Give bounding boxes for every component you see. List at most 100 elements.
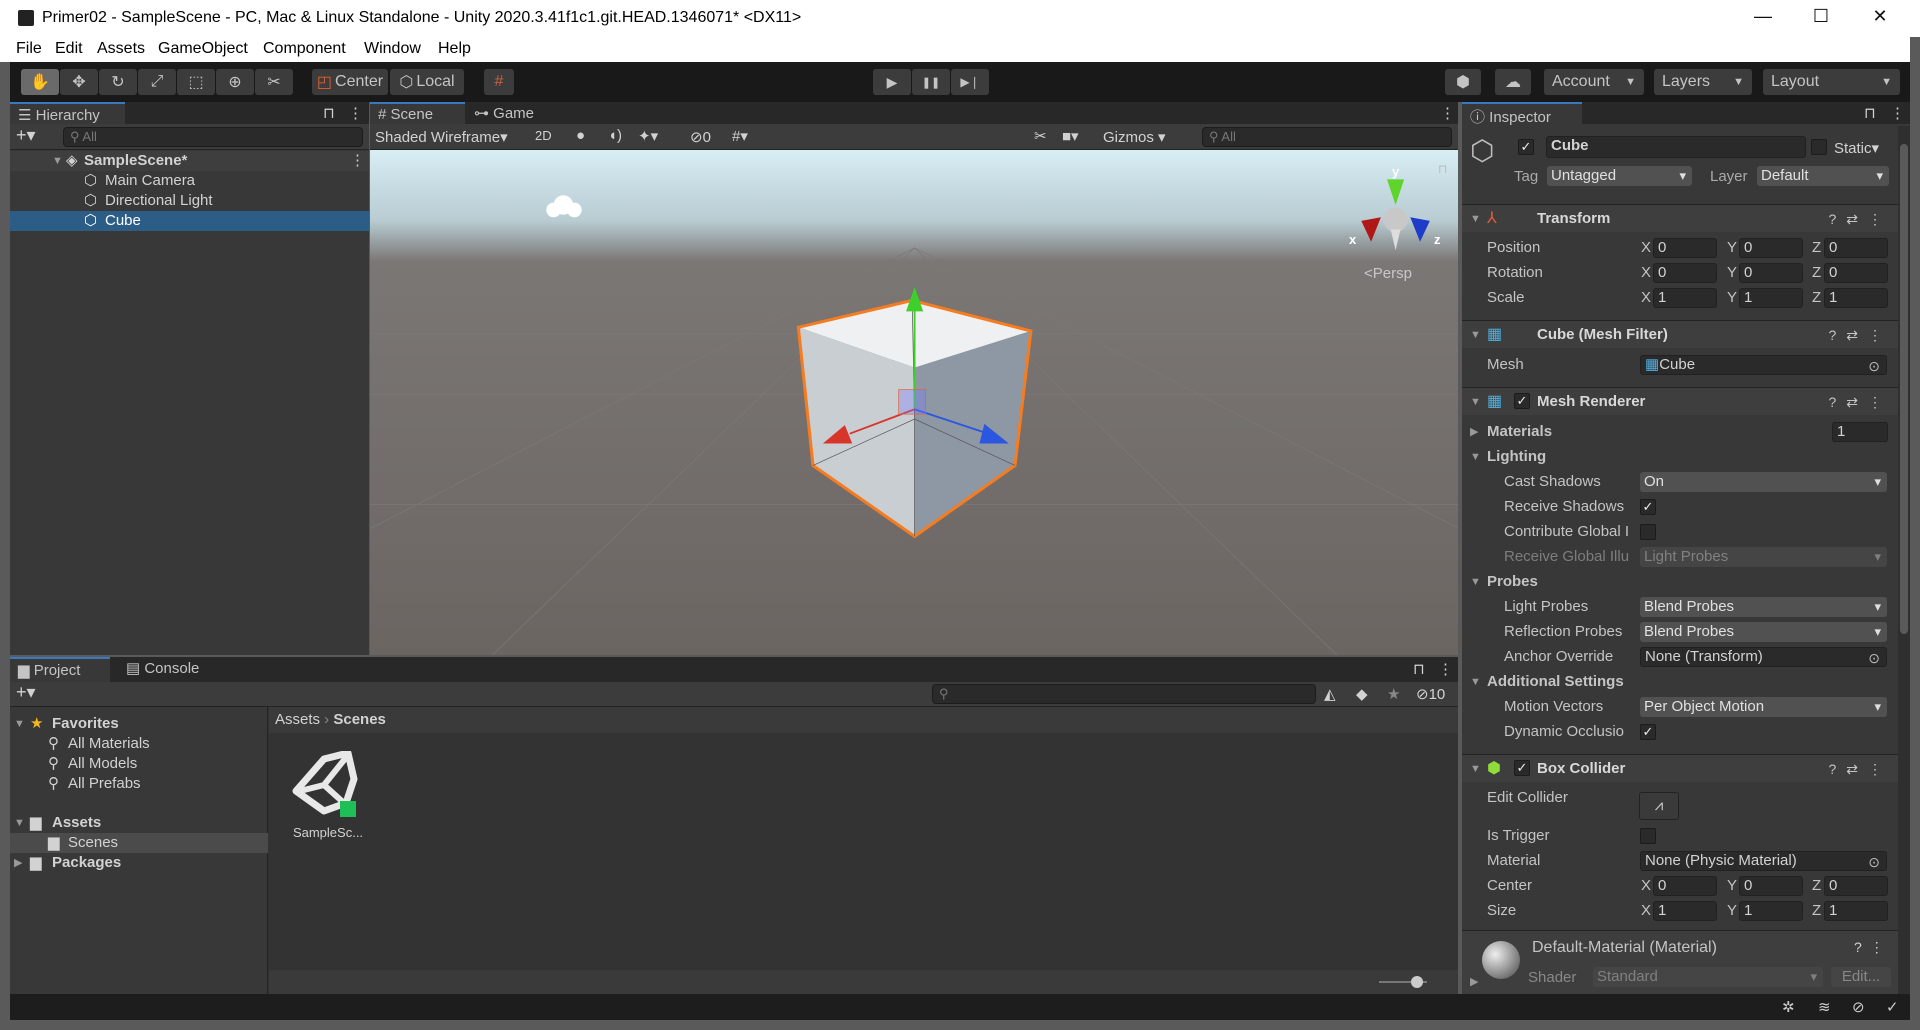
- menu-help[interactable]: Help: [438, 40, 471, 58]
- position-y-input[interactable]: 0: [1739, 238, 1803, 258]
- lighting-foldout[interactable]: ▼ Lighting: [1462, 445, 1910, 469]
- scale-y-input[interactable]: 1: [1739, 288, 1803, 308]
- play-button[interactable]: ▶: [873, 69, 911, 95]
- gizmos-dropdown[interactable]: Gizmos ▾: [1103, 128, 1166, 146]
- component-actions[interactable]: ?⇄⋮: [1828, 755, 1892, 783]
- hand-tool-button[interactable]: ✋: [21, 69, 59, 95]
- close-button[interactable]: ✕: [1865, 6, 1895, 27]
- menu-assets[interactable]: Assets: [97, 40, 145, 58]
- collapse-arrow-icon[interactable]: ▼: [1470, 755, 1481, 783]
- mesh-object-field[interactable]: ▦Cube ⊙: [1640, 355, 1887, 375]
- grid-snap-button[interactable]: #: [484, 69, 514, 95]
- status-check-icon[interactable]: ✓: [1886, 998, 1899, 1016]
- scale-tool-button[interactable]: ⤢: [138, 69, 176, 95]
- breadcrumb-assets[interactable]: Assets: [275, 711, 320, 728]
- center-y-input[interactable]: 0: [1739, 876, 1803, 896]
- menu-component[interactable]: Component: [263, 40, 346, 58]
- effects-toggle-icon[interactable]: ✦▾: [638, 127, 658, 145]
- 2d-toggle[interactable]: 2D: [535, 128, 552, 143]
- gizmo-lock-icon[interactable]: ⊓: [1438, 162, 1447, 176]
- expand-arrow-icon[interactable]: ▶: [1470, 420, 1478, 444]
- maximize-button[interactable]: ☐: [1806, 6, 1836, 27]
- edit-collider-button[interactable]: ⩘: [1639, 792, 1679, 820]
- additional-settings-foldout[interactable]: ▼ Additional Settings: [1462, 670, 1910, 694]
- mesh-renderer-header[interactable]: ▼ ▦ ✓ Mesh Renderer ?⇄⋮: [1462, 387, 1898, 415]
- box-collider-header[interactable]: ▼ ⬢ ✓ Box Collider ?⇄⋮: [1462, 754, 1898, 782]
- breadcrumb-scenes[interactable]: Scenes: [333, 711, 386, 728]
- more-menu-icon[interactable]: ⋮: [1890, 104, 1905, 122]
- debug-mode-icon[interactable]: ⊘: [1852, 998, 1865, 1016]
- account-dropdown[interactable]: Account ▼: [1544, 69, 1644, 95]
- more-menu-icon[interactable]: ⋮: [350, 151, 365, 171]
- tree-favorite-item[interactable]: ⚲ All Models: [10, 754, 268, 774]
- mesh-filter-header[interactable]: ▼ ▦ Cube (Mesh Filter) ?⇄⋮: [1462, 320, 1898, 348]
- gizmo-z-cone[interactable]: [1410, 217, 1430, 242]
- lock-icon[interactable]: ⊓: [1413, 660, 1425, 678]
- slider-thumb[interactable]: [1411, 976, 1423, 988]
- motion-vectors-dropdown[interactable]: Per Object Motion: [1640, 697, 1887, 717]
- physic-material-field[interactable]: None (Physic Material) ⊙: [1640, 851, 1887, 871]
- tree-scenes[interactable]: ▆ Scenes: [10, 833, 268, 853]
- more-menu-icon[interactable]: ⋮: [348, 104, 363, 122]
- scale-z-input[interactable]: 1: [1824, 288, 1888, 308]
- position-z-input[interactable]: 0: [1824, 238, 1888, 258]
- tab-game[interactable]: ⊶ Game: [466, 102, 556, 124]
- component-actions[interactable]: ?⋮: [1854, 939, 1892, 956]
- grid-toggle-icon[interactable]: #▾: [732, 127, 748, 145]
- more-menu-icon[interactable]: ⋮: [1440, 104, 1455, 122]
- anchor-override-field[interactable]: None (Transform) ⊙: [1640, 647, 1887, 667]
- hierarchy-item[interactable]: ⬡ Main Camera: [10, 171, 369, 191]
- mesh-renderer-enabled-checkbox[interactable]: ✓: [1514, 393, 1530, 409]
- component-actions[interactable]: ?⇄⋮: [1828, 205, 1892, 233]
- minimize-button[interactable]: —: [1748, 6, 1778, 27]
- rect-tool-button[interactable]: ⬚: [177, 69, 215, 95]
- reflection-probes-dropdown[interactable]: Blend Probes: [1640, 622, 1887, 642]
- rotation-z-input[interactable]: 0: [1824, 263, 1888, 283]
- shader-dropdown[interactable]: Standard: [1593, 967, 1823, 987]
- center-z-input[interactable]: 0: [1824, 876, 1888, 896]
- collapse-arrow-icon[interactable]: ▼: [1470, 321, 1481, 349]
- dynamic-occlusion-checkbox[interactable]: ✓: [1640, 724, 1656, 740]
- search-by-type-icon[interactable]: ◭: [1324, 685, 1336, 703]
- expand-arrow-icon[interactable]: ▼: [14, 813, 25, 833]
- tree-packages[interactable]: ▶ ▆ Packages: [10, 853, 268, 873]
- draw-mode-dropdown[interactable]: Shaded Wireframe▾: [375, 128, 508, 146]
- size-y-input[interactable]: 1: [1739, 901, 1803, 921]
- scene-row[interactable]: ▼ ◈ SampleScene* ⋮: [10, 151, 369, 171]
- size-z-input[interactable]: 1: [1824, 901, 1888, 921]
- gameobject-cube-icon[interactable]: ⬡: [1470, 134, 1494, 167]
- tree-favorite-item[interactable]: ⚲ All Prefabs: [10, 774, 268, 794]
- tree-favorite-item[interactable]: ⚲ All Materials: [10, 734, 268, 754]
- is-trigger-checkbox[interactable]: [1640, 828, 1656, 844]
- tab-hierarchy[interactable]: ☰ Hierarchy: [10, 102, 125, 124]
- scene-viewport[interactable]: y x z ⊓ <Persp: [370, 150, 1458, 655]
- cast-shadows-dropdown[interactable]: On: [1640, 472, 1887, 492]
- custom-tool-button[interactable]: ✂: [255, 69, 293, 95]
- center-x-input[interactable]: 0: [1653, 876, 1717, 896]
- tab-console[interactable]: ▤ Console: [118, 657, 218, 682]
- materials-row[interactable]: ▶ Materials 1: [1462, 420, 1910, 444]
- expand-arrow-icon[interactable]: ▶: [1470, 975, 1478, 988]
- cache-server-icon[interactable]: ≋: [1818, 998, 1831, 1016]
- orientation-gizmo[interactable]: [1361, 179, 1430, 251]
- size-x-input[interactable]: 1: [1653, 901, 1717, 921]
- probes-foldout[interactable]: ▼ Probes: [1462, 570, 1910, 594]
- create-button[interactable]: +▾: [16, 125, 36, 146]
- gizmo-y-cone[interactable]: [1387, 179, 1405, 206]
- hidden-packages-toggle[interactable]: ⊘10: [1416, 685, 1445, 703]
- menu-file[interactable]: File: [16, 40, 42, 58]
- collab-button[interactable]: ⬢: [1445, 69, 1481, 95]
- auto-generate-lighting-icon[interactable]: ✲: [1782, 998, 1795, 1016]
- layers-dropdown[interactable]: Layers ▼: [1654, 69, 1752, 95]
- inspector-scrollbar[interactable]: [1898, 126, 1910, 994]
- search-by-label-icon[interactable]: ◆: [1356, 685, 1368, 703]
- contribute-gi-checkbox[interactable]: [1640, 524, 1656, 540]
- collapse-arrow-icon[interactable]: ▼: [1470, 388, 1481, 416]
- hierarchy-item-selected[interactable]: ⬡ Cube: [10, 211, 369, 231]
- lock-icon[interactable]: ⊓: [323, 104, 335, 122]
- layout-dropdown[interactable]: Layout ▼: [1763, 69, 1900, 95]
- gizmo-neg-y-cone[interactable]: [1390, 229, 1401, 251]
- tab-inspector[interactable]: ⓘ Inspector: [1462, 102, 1582, 126]
- object-name-input[interactable]: Cube: [1546, 136, 1806, 158]
- plane-handle[interactable]: [898, 389, 926, 415]
